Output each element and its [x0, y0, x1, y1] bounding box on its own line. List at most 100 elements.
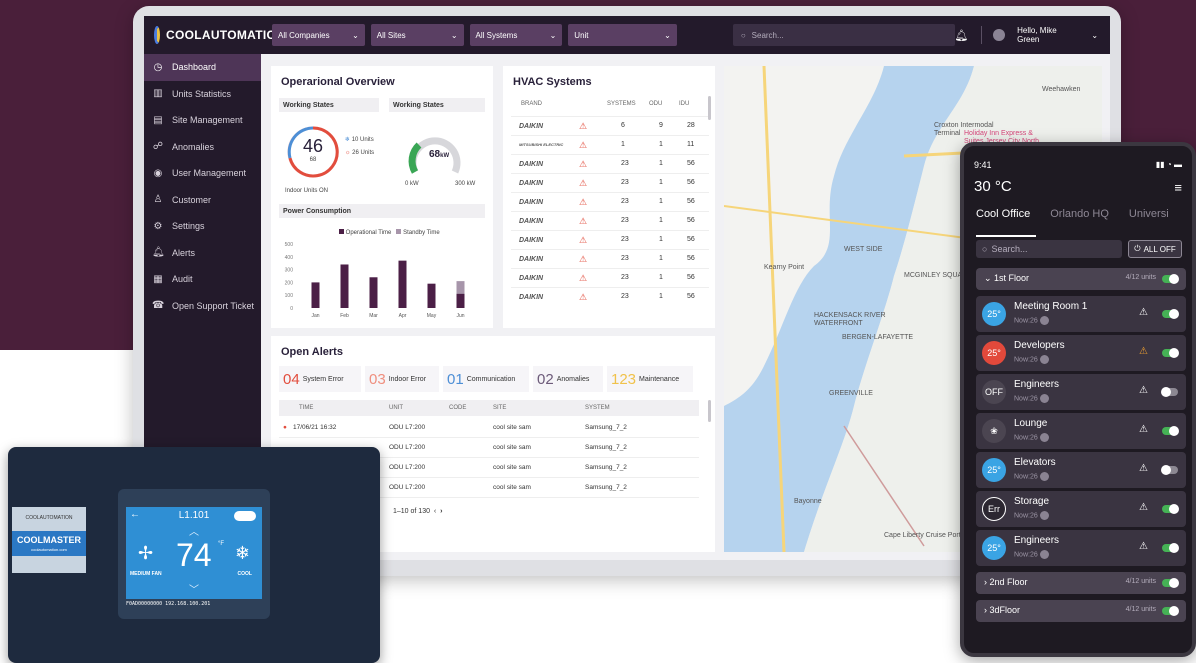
room-card[interactable]: 25° Meeting Room 1 Now:26 ⚠	[976, 296, 1186, 332]
table-row[interactable]: MITSUBISHI ELECTRIC ⚠ 1 1 11	[511, 135, 709, 154]
tab-universi[interactable]: Universi	[1129, 208, 1169, 230]
room-toggle[interactable]	[1162, 426, 1179, 436]
avatar[interactable]	[993, 29, 1006, 41]
room-card[interactable]: 25° Elevators Now:26 ⚠	[976, 452, 1186, 488]
warning-icon[interactable]: ⚠	[1139, 463, 1148, 474]
map-label[interactable]: Weehawken	[1042, 86, 1080, 94]
room-temp-badge[interactable]: 25°	[982, 302, 1006, 326]
all-off-button[interactable]: ⏻ ALL OFF	[1128, 240, 1182, 258]
warning-icon[interactable]: ⚠	[579, 178, 587, 189]
map-label[interactable]: Bayonne	[794, 498, 822, 506]
search-input[interactable]: ○ Search...	[732, 24, 955, 46]
sidebar-item-customer[interactable]: ♙ Customer	[144, 187, 261, 214]
warning-icon[interactable]: ⚠	[579, 197, 587, 208]
chevron-down-icon[interactable]: ⌄	[1091, 31, 1098, 40]
table-row[interactable]: DAIKIN ⚠ 6 9 28	[511, 116, 709, 135]
table-row[interactable]: DAIKIN ⚠ 23 1 56	[511, 211, 709, 230]
sidebar-item-anomalies[interactable]: ☍ Anomalies	[144, 134, 261, 161]
room-temp-badge[interactable]: 25°	[982, 458, 1006, 482]
alert-counter-system-error[interactable]: 04 System Error	[279, 366, 361, 392]
warning-icon[interactable]: ⚠	[579, 159, 587, 170]
table-row[interactable]: DAIKIN ⚠ 23 1 56	[511, 249, 709, 268]
floor-2-toggle[interactable]	[1162, 578, 1179, 588]
fan-icon[interactable]: ✢	[138, 543, 153, 564]
tab-orlando-hq[interactable]: Orlando HQ	[1050, 208, 1109, 230]
map-label[interactable]: Cape Liberty Cruise Port	[884, 532, 961, 540]
floor-2-header[interactable]: › 2nd Floor 4/12 units	[976, 572, 1186, 594]
alert-counter-indoor-error[interactable]: 03 Indoor Error	[365, 366, 439, 392]
bar-operational[interactable]	[340, 264, 349, 308]
warning-icon[interactable]: ⚠	[1139, 346, 1148, 357]
room-toggle[interactable]	[1162, 348, 1179, 358]
map-label[interactable]: GREENVILLE	[829, 390, 873, 398]
map-label[interactable]: WEST SIDE	[844, 246, 882, 254]
table-row[interactable]: DAIKIN ⚠ 23 1 56	[511, 154, 709, 173]
alert-counter-communication[interactable]: 01 Communication	[443, 366, 529, 392]
bar-operational[interactable]	[456, 293, 465, 308]
next-page-icon[interactable]: ›	[440, 508, 442, 515]
warning-icon[interactable]: ⚠	[579, 273, 587, 284]
floor-1-header[interactable]: ⌄ 1st Floor 4/12 units	[976, 268, 1186, 290]
unit-dropdown[interactable]: Unit ⌄	[568, 24, 677, 46]
tab-cool-office[interactable]: Cool Office	[976, 208, 1030, 230]
floor-3-toggle[interactable]	[1162, 606, 1179, 616]
floor-1-toggle[interactable]	[1162, 274, 1179, 284]
warning-icon[interactable]: ⚠	[1139, 424, 1148, 435]
sidebar-item-units-statistics[interactable]: ▥ Units Statistics	[144, 81, 261, 108]
map-label[interactable]: HACKENSACK RIVER WATERFRONT	[814, 312, 894, 328]
room-card[interactable]: 25° Engineers Now:26 ⚠	[976, 530, 1186, 566]
alerts-scrollbar[interactable]	[708, 400, 711, 422]
room-temp-badge[interactable]: OFF	[982, 380, 1006, 404]
room-card[interactable]: Err Storage Now:26 ⚠	[976, 491, 1186, 527]
map-label[interactable]: BERGEN-LAFAYETTE	[842, 334, 913, 342]
warning-icon[interactable]: ⚠	[579, 254, 587, 265]
table-row[interactable]: DAIKIN ⚠ 23 1 56	[511, 192, 709, 211]
temp-down-icon[interactable]: ﹀	[126, 581, 262, 596]
prev-page-icon[interactable]: ‹	[434, 508, 436, 515]
room-temp-badge[interactable]: Err	[982, 497, 1006, 521]
bar-operational[interactable]	[398, 260, 407, 308]
room-temp-badge[interactable]: 25°	[982, 341, 1006, 365]
room-toggle[interactable]	[1162, 543, 1179, 553]
bell-icon[interactable]: 🔔︎	[955, 29, 969, 42]
warning-icon[interactable]: ⚠	[579, 292, 587, 303]
warning-icon[interactable]: ⚠	[1139, 307, 1148, 318]
map-label[interactable]: Kearny Point	[764, 264, 804, 272]
room-toggle[interactable]	[1162, 504, 1179, 514]
sidebar-item-audit[interactable]: ▦ Audit	[144, 266, 261, 293]
alert-counter-maintenance[interactable]: 123 Maintenance	[607, 366, 693, 392]
systems-dropdown[interactable]: All Systems ⌄	[469, 24, 563, 46]
bar-operational[interactable]	[427, 283, 436, 308]
warning-icon[interactable]: ⚠	[1139, 385, 1148, 396]
sidebar-item-dashboard[interactable]: ◷ Dashboard	[144, 54, 261, 81]
warning-icon[interactable]: ⚠	[1139, 502, 1148, 513]
sidebar-item-open-support-ticket[interactable]: ☎ Open Support Ticket	[144, 293, 261, 320]
room-toggle[interactable]	[1162, 309, 1179, 319]
bar-operational[interactable]	[369, 277, 378, 308]
sidebar-item-user-management[interactable]: ◉ User Management	[144, 160, 261, 187]
hvac-scrollbar[interactable]	[708, 96, 711, 120]
room-card[interactable]: OFF Engineers Now:26 ⚠	[976, 374, 1186, 410]
warning-icon[interactable]: ⚠	[579, 235, 587, 246]
sidebar-item-site-management[interactable]: ▤ Site Management	[144, 107, 261, 134]
device-power-toggle[interactable]	[234, 511, 256, 521]
room-temp-badge[interactable]: 25°	[982, 536, 1006, 560]
temp-up-icon[interactable]: ︿	[126, 523, 262, 538]
room-temp-badge[interactable]: ❀	[982, 419, 1006, 443]
room-toggle[interactable]	[1161, 465, 1178, 475]
room-card[interactable]: ❀ Lounge Now:26 ⚠	[976, 413, 1186, 449]
sidebar-item-alerts[interactable]: 🔔︎ Alerts	[144, 240, 261, 267]
table-row[interactable]: DAIKIN ⚠ 23 1 56	[511, 230, 709, 249]
warning-icon[interactable]: ⚠	[579, 216, 587, 227]
warning-icon[interactable]: ⚠	[579, 121, 587, 132]
greeting[interactable]: Hello, Mike Green	[1017, 26, 1079, 44]
room-card[interactable]: 25° Developers Now:26 ⚠	[976, 335, 1186, 371]
warning-icon[interactable]: ⚠	[579, 140, 587, 151]
sites-dropdown[interactable]: All Sites ⌄	[370, 24, 464, 46]
phone-search-input[interactable]: ○ Search...	[976, 240, 1122, 258]
warning-icon[interactable]: ⚠	[1139, 541, 1148, 552]
snowflake-icon[interactable]: ❄	[235, 543, 250, 564]
sidebar-item-settings[interactable]: ⚙ Settings	[144, 213, 261, 240]
floor-3-header[interactable]: › 3dFloor 4/12 units	[976, 600, 1186, 622]
menu-icon[interactable]: ≡	[1174, 180, 1182, 195]
